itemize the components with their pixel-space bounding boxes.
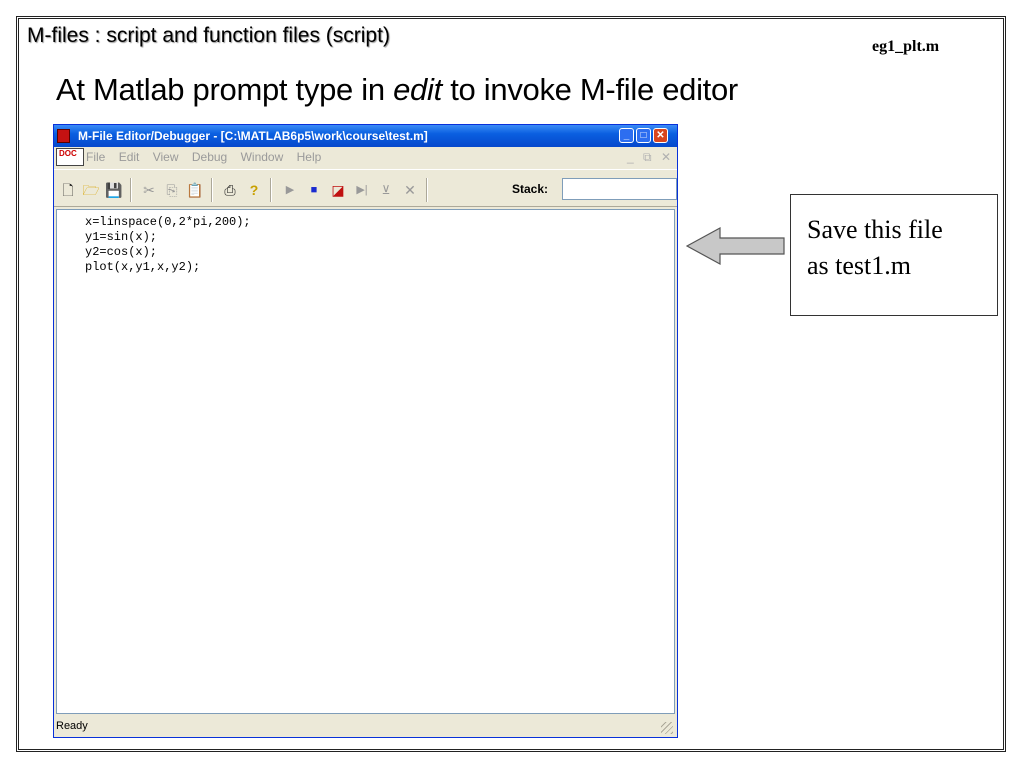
document-window-controls: _ ⧉ ✕ [621, 150, 671, 165]
close-button[interactable]: ✕ [653, 128, 668, 143]
maximize-button[interactable]: □ [636, 128, 651, 143]
exit-debug-button[interactable]: ✕ [400, 180, 420, 200]
paste-button[interactable]: 📋 [185, 180, 205, 200]
save-icon: 💾 [105, 182, 123, 198]
code-line[interactable]: y2=cos(x); [85, 245, 157, 259]
close-icon: ✕ [656, 130, 665, 141]
run-icon: ▶ [285, 184, 295, 196]
step-button[interactable]: ▶| [352, 180, 372, 200]
open-folder-icon: 🗁 [82, 182, 100, 198]
menu-help[interactable]: Help [297, 150, 322, 164]
run-button[interactable]: ▶ [280, 180, 300, 200]
code-editor[interactable]: x=linspace(0,2*pi,200); y1=sin(x); y2=co… [56, 209, 675, 714]
minimize-icon: _ [623, 130, 630, 141]
print-icon: ⎙ [224, 182, 236, 198]
new-file-button[interactable]: 🗋 [58, 180, 78, 200]
step-in-icon: ⊻ [381, 183, 391, 197]
code-line[interactable]: y1=sin(x); [85, 230, 157, 244]
save-callout: Save this file as test1.m [790, 194, 998, 316]
cut-button[interactable]: ✂ [139, 180, 159, 200]
doc-restore-icon[interactable]: ⧉ [643, 150, 652, 164]
status-bar: Ready [54, 715, 677, 737]
menu-items: File Edit View Debug Window Help [86, 150, 331, 164]
menu-debug[interactable]: Debug [192, 150, 227, 164]
save-button[interactable]: 💾 [104, 180, 124, 200]
doc-minimize-icon[interactable]: _ [627, 150, 634, 164]
code-line[interactable]: plot(x,y1,x,y2); [85, 260, 200, 274]
minimize-button[interactable]: _ [619, 128, 634, 143]
window-titlebar[interactable]: M-File Editor/Debugger - [C:\MATLAB6p5\w… [54, 125, 677, 147]
left-arrow-icon [686, 226, 785, 266]
callout-line-2: as test1.m [807, 251, 911, 280]
new-file-icon: 🗋 [62, 182, 74, 198]
slide-title: M-files : script and function files (scr… [27, 24, 390, 47]
slide-subtitle: At Matlab prompt type in edit to invoke … [56, 72, 738, 108]
exit-debug-icon: ✕ [404, 182, 416, 198]
file-tag: eg1_plt.m [872, 38, 940, 55]
maximize-icon: □ [640, 130, 647, 141]
menu-window[interactable]: Window [241, 150, 284, 164]
toolbar-separator [130, 178, 132, 202]
copy-icon: ⎘ [166, 182, 178, 198]
stop-icon: ■ [310, 184, 318, 196]
window-title: M-File Editor/Debugger - [C:\MATLAB6p5\w… [78, 129, 428, 143]
matlab-app-icon[interactable] [57, 129, 70, 143]
toolbar-separator [270, 178, 272, 202]
menu-edit[interactable]: Edit [119, 150, 140, 164]
menu-file[interactable]: File [86, 150, 105, 164]
editor-window: M-File Editor/Debugger - [C:\MATLAB6p5\w… [53, 124, 678, 738]
stack-label: Stack: [512, 182, 549, 196]
resize-grip-icon[interactable] [661, 722, 673, 734]
stack-dropdown[interactable] [562, 178, 677, 200]
cut-icon: ✂ [143, 182, 155, 198]
print-button[interactable]: ⎙ [220, 180, 240, 200]
open-button[interactable]: 🗁 [81, 180, 101, 200]
help-icon: ? [249, 182, 259, 198]
paste-icon: 📋 [186, 182, 204, 198]
toolbar-separator [211, 178, 213, 202]
breakpoint-button[interactable]: ◪ [328, 180, 348, 200]
copy-button[interactable]: ⎘ [162, 180, 182, 200]
breakpoint-icon: ◪ [331, 182, 345, 198]
callout-line-1: Save this file [807, 215, 943, 244]
menu-bar: DOC File Edit View Debug Window Help _ ⧉… [54, 147, 677, 167]
menu-view[interactable]: View [153, 150, 179, 164]
step-in-button[interactable]: ⊻ [376, 180, 396, 200]
step-icon: ▶| [356, 184, 368, 196]
stop-button[interactable]: ■ [304, 180, 324, 200]
status-text: Ready [56, 720, 88, 732]
code-line[interactable]: x=linspace(0,2*pi,200); [85, 215, 251, 229]
document-icon[interactable]: DOC [56, 148, 84, 166]
subtitle-emphasis: edit [393, 72, 442, 107]
subtitle-suffix: to invoke M-file editor [441, 72, 738, 107]
subtitle-prefix: At Matlab prompt type in [56, 72, 394, 107]
help-button[interactable]: ? [244, 180, 264, 200]
toolbar-separator [426, 178, 428, 202]
toolbar: 🗋 🗁 💾 ✂ ⎘ 📋 ⎙ ? ▶ ■ ◪ ▶| ⊻ ✕ Stack: [54, 169, 677, 207]
doc-close-icon[interactable]: ✕ [661, 150, 671, 164]
